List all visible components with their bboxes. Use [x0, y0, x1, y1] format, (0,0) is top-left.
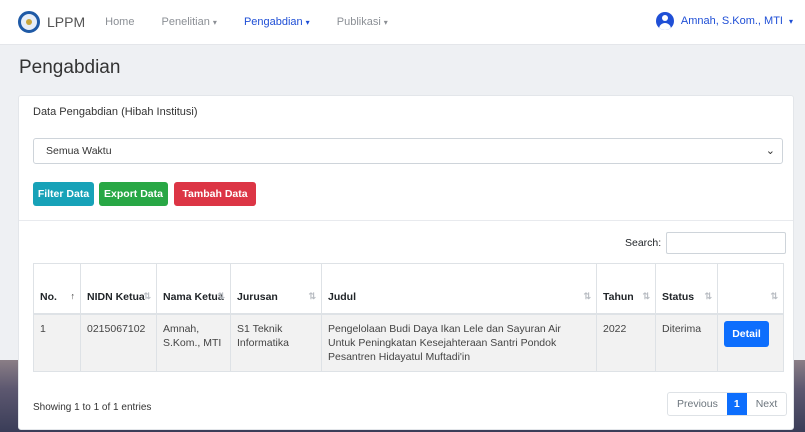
user-name: Amnah, S.Kom., MTI [680, 15, 783, 27]
main-nav: Home Penelitian ▾ Pengabdian ▾ Publikasi ▾ [105, 16, 412, 28]
table-row: 1 0215067102 Amnah, S.Kom., MTI S1 Tekni… [33, 313, 784, 372]
chevron-down-icon: ⌄ [765, 145, 775, 157]
divider [19, 220, 793, 221]
nav-pengabdian[interactable]: Pengabdian ▾ [244, 16, 310, 28]
cell-jurusan: S1 Teknik Informatika [230, 313, 322, 372]
cell-tahun: 2022 [596, 313, 656, 372]
data-table: No. ↑ NIDN Ketua ⇅ Nama Ketua ⇅ Jurusan ⇅ Ju… [33, 263, 784, 372]
nav-penelitian[interactable]: Penelitian ▾ [162, 16, 217, 28]
sort-icon: ⇅ [308, 290, 316, 301]
sort-icon: ⇅ [704, 290, 712, 301]
pagination: Previous 1 Next [667, 392, 788, 416]
cell-status: Diterima [655, 313, 718, 372]
search-input[interactable] [666, 232, 786, 254]
sort-icon: ⇅ [143, 290, 151, 301]
column-header-action[interactable]: ⇅ [717, 263, 784, 315]
cell-nama: Amnah, S.Kom., MTI [156, 313, 231, 372]
column-header-nidn[interactable]: NIDN Ketua ⇅ [80, 263, 157, 315]
period-select-value: Semua Waktu [46, 145, 112, 157]
brand-name[interactable]: LPPM [47, 14, 85, 30]
column-header-nama[interactable]: Nama Ketua ⇅ [156, 263, 231, 315]
chevron-down-icon: ▾ [788, 16, 793, 26]
table-info: Showing 1 to 1 of 1 entries [33, 402, 152, 413]
column-header-jurusan[interactable]: Jurusan ⇅ [230, 263, 322, 315]
sort-asc-icon: ↑ [70, 290, 76, 301]
chevron-down-icon: ▾ [212, 18, 217, 27]
lppm-logo-icon[interactable] [18, 11, 40, 33]
period-select[interactable]: Semua Waktu ⌄ [33, 138, 783, 164]
user-avatar-icon [655, 12, 674, 30]
export-data-button[interactable]: Export Data [99, 182, 168, 206]
previous-page-button[interactable]: Previous [668, 393, 727, 415]
data-card: Data Pengabdian (Hibah Institusi) Semua … [18, 95, 794, 430]
page-title: Pengabdian [19, 57, 121, 78]
sort-icon: ⇅ [583, 290, 591, 301]
cell-action: Detail [717, 313, 784, 372]
page-1-button[interactable]: 1 [726, 393, 747, 415]
chevron-down-icon: ▾ [305, 18, 310, 27]
card-title: Data Pengabdian (Hibah Institusi) [33, 106, 198, 118]
user-menu[interactable]: Amnah, S.Kom., MTI ▾ [655, 12, 793, 30]
next-page-button[interactable]: Next [747, 393, 787, 415]
cell-nidn: 0215067102 [80, 313, 157, 372]
add-data-button[interactable]: Tambah Data [174, 182, 256, 206]
column-header-judul[interactable]: Judul ⇅ [321, 263, 597, 315]
search-label: Search: [625, 237, 662, 249]
sort-icon: ⇅ [642, 290, 650, 301]
nav-home[interactable]: Home [105, 16, 134, 28]
sort-icon: ⇅ [217, 290, 225, 301]
cell-no: 1 [33, 313, 81, 372]
chevron-down-icon: ▾ [383, 18, 388, 27]
column-header-status[interactable]: Status ⇅ [655, 263, 718, 315]
sort-icon: ⇅ [770, 290, 778, 301]
column-header-no[interactable]: No. ↑ [33, 263, 81, 315]
nav-publikasi[interactable]: Publikasi ▾ [337, 16, 388, 28]
navbar: LPPM Home Penelitian ▾ Pengabdian ▾ Publik… [0, 0, 805, 45]
column-header-tahun[interactable]: Tahun ⇅ [596, 263, 656, 315]
detail-button[interactable]: Detail [724, 320, 769, 347]
filter-data-button[interactable]: Filter Data [33, 182, 94, 206]
cell-judul: Pengelolaan Budi Daya Ikan Lele dan Sayu… [321, 313, 597, 372]
